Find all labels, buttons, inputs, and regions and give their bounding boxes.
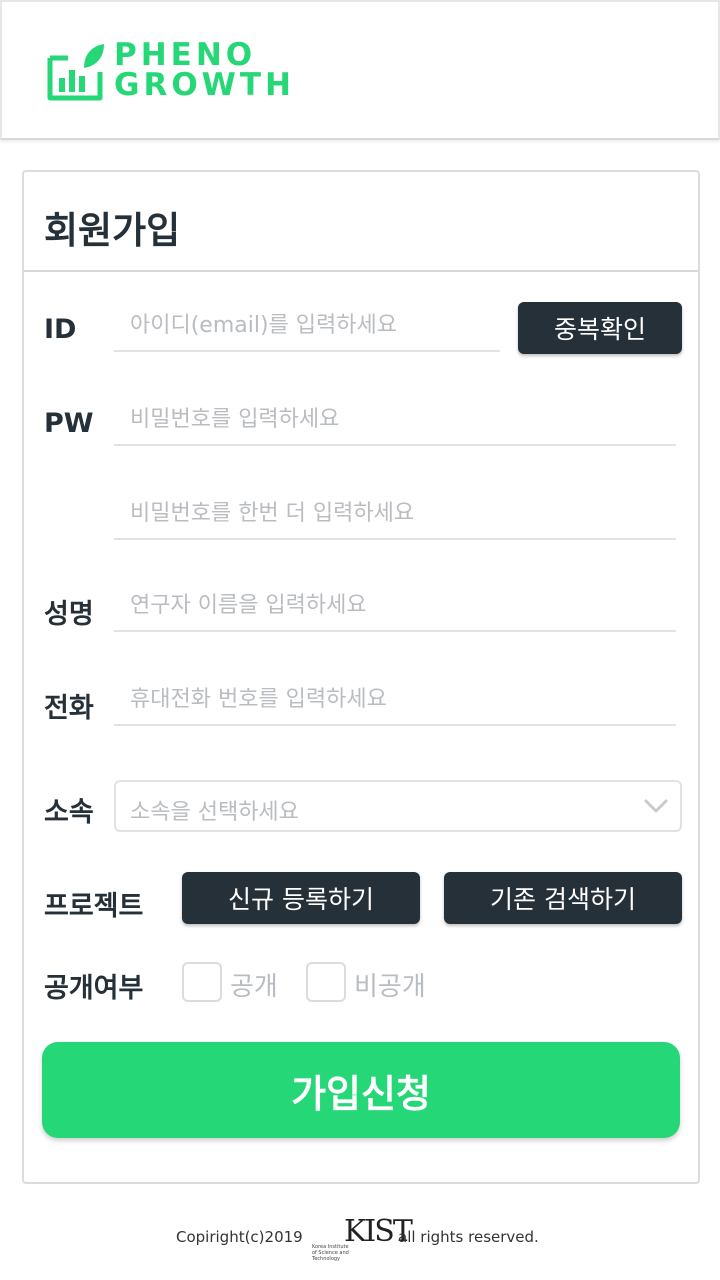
private-checkbox[interactable]	[306, 962, 346, 1002]
affiliation-select-value: 소속을 선택하세요	[130, 800, 299, 825]
chart-leaf-logo-icon	[47, 44, 104, 101]
name-label: 성명	[44, 599, 94, 630]
logo-line-1: PHENO	[114, 37, 257, 73]
id-input[interactable]	[114, 300, 500, 352]
private-label: 비공개	[354, 972, 426, 1002]
search-project-button[interactable]: 기존 검색하기	[444, 872, 682, 924]
private-option: 비공개	[306, 962, 446, 1004]
footer: Copiright(c)2019 KIST Korea Institute of…	[0, 1212, 720, 1262]
id-label: ID	[44, 314, 77, 345]
phone-input[interactable]	[114, 674, 676, 726]
name-input[interactable]	[114, 580, 676, 632]
signup-card: 회원가입 ID 중복확인 PW 성명 전화 소속 소속을 선택하세요 프로젝트 …	[22, 170, 700, 1184]
project-label: 프로젝트	[44, 891, 144, 922]
affiliation-label: 소속	[44, 797, 94, 828]
phenogrowth-logo[interactable]: PHENO GROWTH	[46, 40, 316, 104]
page-title: 회원가입	[44, 209, 181, 252]
chevron-down-icon	[644, 799, 668, 813]
public-option: 공개	[182, 962, 292, 1004]
app-header: PHENO GROWTH	[0, 0, 720, 140]
phone-label: 전화	[44, 693, 94, 724]
password-input[interactable]	[114, 394, 676, 446]
logo-wordmark: PHENO GROWTH	[114, 37, 295, 103]
password-confirm-input[interactable]	[114, 488, 676, 540]
title-divider	[24, 270, 698, 272]
logo-line-2: GROWTH	[114, 67, 295, 103]
duplicate-check-button[interactable]: 중복확인	[518, 302, 682, 354]
public-label: 공개	[230, 972, 278, 1002]
kist-logo-subtitle: Korea Institute of Science and Technolog…	[312, 1244, 349, 1262]
submit-signup-button[interactable]: 가입신청	[42, 1042, 680, 1138]
visibility-label: 공개여부	[44, 973, 144, 1004]
affiliation-select[interactable]: 소속을 선택하세요	[114, 780, 682, 832]
new-project-button[interactable]: 신규 등록하기	[182, 872, 420, 924]
copyright-text: Copiright(c)2019	[176, 1228, 303, 1246]
rights-text: all rights reserved.	[398, 1228, 539, 1246]
public-checkbox[interactable]	[182, 962, 222, 1002]
kist-logo: KIST Korea Institute of Science and Tech…	[312, 1214, 413, 1262]
pw-label: PW	[44, 408, 94, 439]
